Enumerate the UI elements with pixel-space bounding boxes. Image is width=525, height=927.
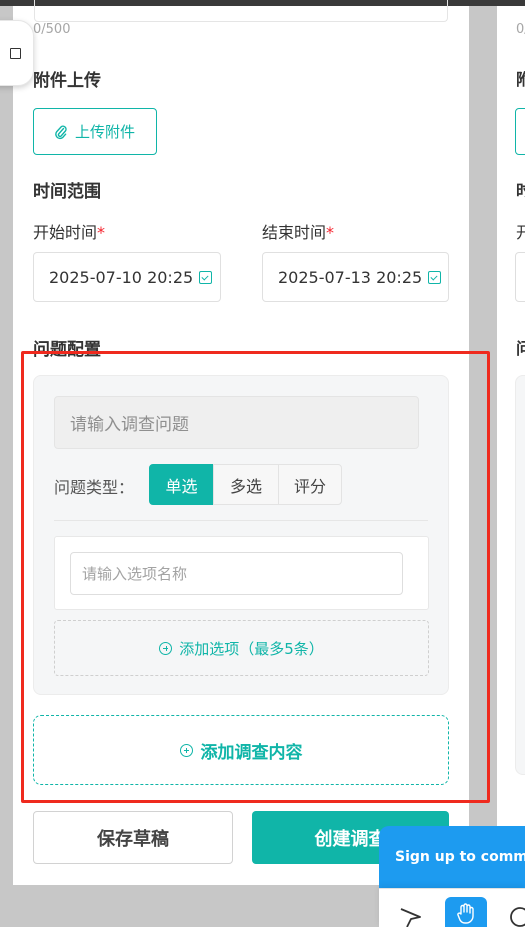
type-single-choice[interactable]: 单选 (149, 464, 214, 505)
calendar-check-icon (428, 270, 442, 284)
right-char-counter: 0/ (516, 22, 525, 37)
plus-circle-icon (179, 743, 193, 757)
save-draft-button[interactable]: 保存草稿 (33, 811, 233, 864)
question-type-label: 问题类型： (54, 478, 135, 497)
add-option-label: 添加选项（最多5条） (179, 639, 324, 658)
upload-attachment-label: 上传附件 (74, 123, 135, 141)
right-question-card (515, 375, 525, 775)
paperclip-icon (55, 125, 67, 139)
right-start-label: 开 (516, 223, 525, 242)
signup-text: Sign up to comment (395, 849, 525, 865)
divider (54, 520, 428, 521)
end-time-picker[interactable]: 2025-07-13 20:25 (262, 252, 449, 302)
question-config-heading: 问题配置 (33, 340, 101, 360)
comment-icon[interactable] (507, 906, 525, 927)
attachment-heading: 附件上传 (33, 71, 101, 91)
right-upload-button[interactable] (515, 108, 525, 155)
start-time-label: 开始时间* (33, 223, 106, 242)
required-mark: * (97, 223, 106, 242)
type-rating[interactable]: 评分 (278, 464, 342, 505)
start-time-picker[interactable]: 2025-07-10 20:25 (33, 252, 221, 302)
time-range-heading: 时间范围 (33, 182, 101, 202)
hand-tool-button[interactable] (445, 897, 487, 927)
calendar-check-icon (199, 270, 213, 284)
right-start-picker[interactable] (515, 252, 525, 302)
create-survey-label: 创建调查 (314, 828, 387, 850)
right-attachment-heading: 附 (516, 70, 525, 89)
end-time-label: 结束时间* (262, 223, 335, 242)
signup-to-comment-banner[interactable]: Sign up to comment (379, 826, 525, 888)
pointer-icon[interactable] (398, 906, 424, 927)
add-survey-content-label: 添加调查内容 (200, 742, 303, 763)
question-input[interactable]: 请输入调查问题 (54, 396, 419, 449)
hand-icon (457, 903, 474, 924)
start-time-value: 2025-07-10 20:25 (49, 267, 194, 287)
right-question-heading: 问 (516, 339, 525, 358)
upload-attachment-button[interactable]: 上传附件 (33, 108, 157, 155)
square-icon (9, 47, 21, 59)
side-toggle-button[interactable] (0, 20, 34, 86)
option-name-input[interactable]: 请输入选项名称 (70, 552, 403, 595)
description-textarea[interactable] (34, 0, 448, 22)
required-mark: * (326, 223, 335, 242)
char-counter: 0/500 (33, 22, 71, 37)
type-multiple-choice[interactable]: 多选 (213, 464, 279, 505)
right-time-heading: 时 (516, 181, 525, 200)
add-option-button[interactable]: 添加选项（最多5条） (54, 620, 429, 676)
plus-circle-icon (159, 641, 173, 655)
end-time-value: 2025-07-13 20:25 (278, 267, 423, 287)
add-survey-content-button[interactable]: 添加调查内容 (33, 715, 449, 785)
